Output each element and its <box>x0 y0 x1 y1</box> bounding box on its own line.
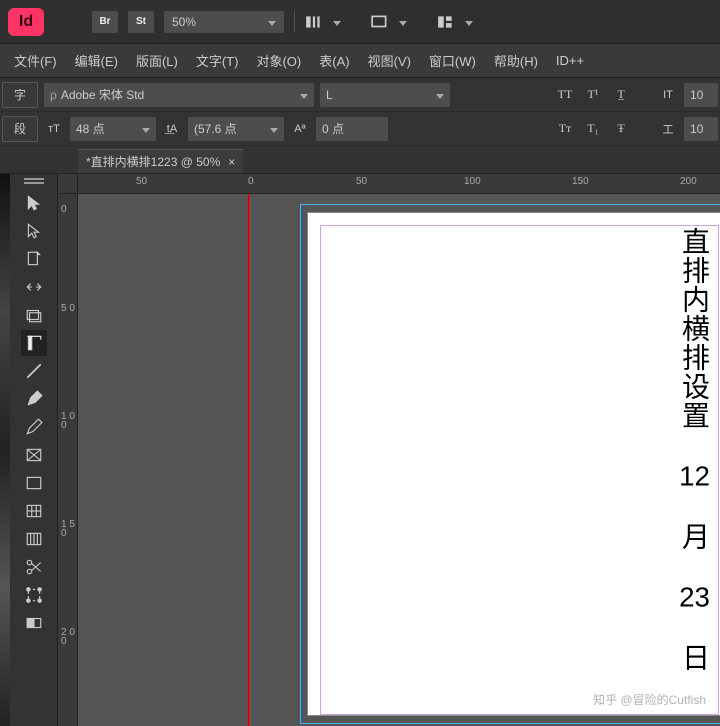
strikethrough-icon[interactable]: Ŧ <box>610 120 632 138</box>
menubar: 文件(F) 编辑(E) 版面(L) 文字(T) 对象(O) 表(A) 视图(V)… <box>0 44 720 78</box>
titlebar: Id Br St 50% <box>0 0 720 44</box>
pencil-tool[interactable] <box>21 414 47 440</box>
chevron-down-icon <box>300 88 308 102</box>
screen-mode-icon[interactable] <box>371 13 389 31</box>
gap-tool[interactable] <box>21 274 47 300</box>
menu-idplus[interactable]: ID++ <box>548 49 592 72</box>
bridge-button[interactable]: Br <box>92 11 118 33</box>
leading-icon: t͟A <box>162 123 182 135</box>
gradient-swatch-tool[interactable] <box>21 610 47 636</box>
font-style-value: L <box>326 88 333 102</box>
chevron-down-icon[interactable] <box>465 15 473 29</box>
close-icon[interactable]: × <box>228 155 235 169</box>
type-tool[interactable] <box>21 330 47 356</box>
arrange-icon[interactable] <box>437 13 455 31</box>
chevron-down-icon <box>268 15 276 29</box>
free-transform-tool[interactable] <box>21 582 47 608</box>
leading-dropdown[interactable]: (57.6 点 <box>188 117 284 141</box>
chevron-down-icon[interactable] <box>399 15 407 29</box>
menu-edit[interactable]: 编辑(E) <box>67 47 126 74</box>
line-tool[interactable] <box>21 358 47 384</box>
direct-selection-tool[interactable] <box>21 218 47 244</box>
horizontal-scale-icon: 工 <box>658 121 678 137</box>
menu-window[interactable]: 窗口(W) <box>421 47 484 74</box>
rectangle-tool[interactable] <box>21 470 47 496</box>
all-caps-icon[interactable]: TT <box>554 86 576 104</box>
page[interactable]: 直排内横排设置 12 月 23 日 <box>307 212 720 716</box>
baseline-shift-icon: Aª <box>290 123 310 135</box>
menu-layout[interactable]: 版面(L) <box>128 47 186 74</box>
grid-tool[interactable] <box>21 498 47 524</box>
paragraph-tab[interactable]: 段 <box>2 116 38 142</box>
menu-type[interactable]: 文字(T) <box>188 47 247 74</box>
zoom-dropdown[interactable]: 50% <box>164 11 284 33</box>
view-options-icon[interactable] <box>305 13 323 31</box>
font-style-dropdown[interactable]: L <box>320 83 450 107</box>
app-logo: Id <box>8 8 44 36</box>
menu-file[interactable]: 文件(F) <box>6 47 65 74</box>
underline-icon[interactable]: T̲ <box>610 86 632 104</box>
scissors-tool[interactable] <box>21 554 47 580</box>
toolbox <box>10 174 58 726</box>
separator <box>294 12 295 32</box>
vertical-scale-field[interactable]: 10 <box>684 83 718 107</box>
vertical-scale-icon: IT <box>658 89 678 101</box>
document-tab-label: *直排内横排1223 @ 50% <box>86 153 220 170</box>
superscript-icon[interactable]: T¹ <box>582 86 604 104</box>
font-family-dropdown[interactable]: ρ Adobe 宋体 Std <box>44 83 314 107</box>
menu-object[interactable]: 对象(O) <box>248 47 309 74</box>
font-size-dropdown[interactable]: 48 点 <box>70 117 156 141</box>
control-bar-paragraph: 段 тT 48 点 t͟A (57.6 点 Aª 0 点 Tт T₁ Ŧ 工 1… <box>0 112 720 146</box>
document-tab-bar: *直排内横排1223 @ 50% × <box>0 146 720 174</box>
character-tab[interactable]: 字 <box>2 82 38 108</box>
zoom-value: 50% <box>172 15 196 29</box>
horizontal-scale-field[interactable]: 10 <box>684 117 718 141</box>
horizontal-ruler[interactable]: 50 0 50 100 150 200 <box>78 174 720 194</box>
pasteboard[interactable]: 直排内横排设置 12 月 23 日 <box>78 194 720 726</box>
panel-strip <box>0 174 10 726</box>
chevron-down-icon <box>142 122 150 136</box>
page-tool[interactable] <box>21 246 47 272</box>
baseline-shift-field[interactable]: 0 点 <box>316 117 388 141</box>
vertical-text-frame[interactable]: 直排内横排设置 12 月 23 日 <box>678 227 709 672</box>
search-icon: ρ <box>50 88 57 102</box>
chevron-down-icon <box>270 122 278 136</box>
small-caps-icon[interactable]: Tт <box>554 120 576 138</box>
control-bar-character: 字 ρ Adobe 宋体 Std L TT T¹ T̲ IT 10 <box>0 78 720 112</box>
margin-guide <box>320 225 719 715</box>
canvas[interactable]: 50 0 50 100 150 200 0 5 0 1 0 0 1 5 0 2 … <box>58 174 720 726</box>
font-size-icon: тT <box>44 123 64 135</box>
selection-tool[interactable] <box>21 190 47 216</box>
subscript-icon[interactable]: T₁ <box>582 120 604 138</box>
menu-table[interactable]: 表(A) <box>311 47 357 74</box>
content-collector-tool[interactable] <box>21 302 47 328</box>
drag-handle-icon[interactable] <box>24 178 44 184</box>
chevron-down-icon <box>436 88 444 102</box>
workarea: 50 0 50 100 150 200 0 5 0 1 0 0 1 5 0 2 … <box>0 174 720 726</box>
chevron-down-icon[interactable] <box>333 15 341 29</box>
pen-tool[interactable] <box>21 386 47 412</box>
vertical-ruler[interactable]: 0 5 0 1 0 0 1 5 0 2 0 0 <box>58 194 78 726</box>
ruler-origin[interactable] <box>58 174 78 194</box>
menu-view[interactable]: 视图(V) <box>360 47 419 74</box>
menu-help[interactable]: 帮助(H) <box>486 47 546 74</box>
stock-button[interactable]: St <box>128 11 154 33</box>
rectangle-frame-tool[interactable] <box>21 442 47 468</box>
spine-guide <box>248 194 249 726</box>
font-family-value: Adobe 宋体 Std <box>61 86 144 103</box>
document-tab[interactable]: *直排内横排1223 @ 50% × <box>78 149 243 173</box>
measure-tool[interactable] <box>21 526 47 552</box>
